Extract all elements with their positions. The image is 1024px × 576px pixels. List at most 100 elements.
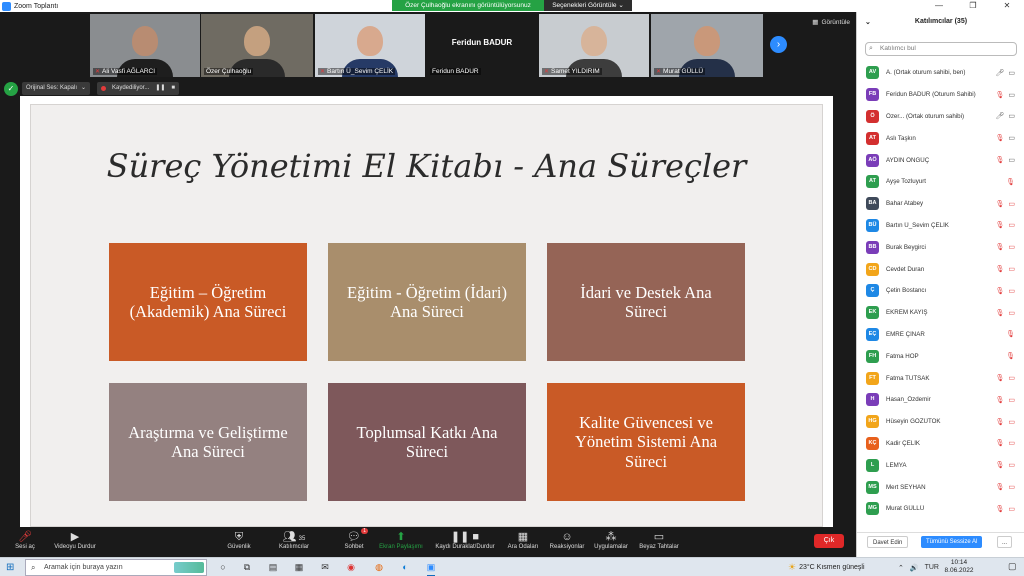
video-off-icon: ▭: [1008, 418, 1015, 426]
participant-row[interactable]: L LEMYA 🎙︎ ▭: [857, 454, 1024, 476]
cortana-icon[interactable]: ○: [216, 561, 230, 574]
participant-row[interactable]: AT Aslı Taşkın 🎙︎ ▭: [857, 127, 1024, 149]
view-button[interactable]: ▦ Görüntüle: [812, 18, 850, 27]
store-icon[interactable]: ▦: [292, 561, 306, 574]
mic-off-icon: 🎙︎: [1006, 331, 1015, 339]
participant-row[interactable]: FB Feridun BADUR (Oturum Sahibi) 🎙︎ ▭: [857, 84, 1024, 106]
task-view-icon[interactable]: ⧉: [240, 561, 254, 574]
whiteboard-button[interactable]: ▭ Beyaz Tahtalar: [636, 530, 682, 550]
chat-button[interactable]: 1 💬︎ Sohbet: [338, 528, 370, 550]
video-tile[interactable]: Feridun BADUR Feridun BADUR: [427, 14, 537, 77]
participant-status-icons: 🎙︎: [1006, 178, 1015, 186]
participant-row[interactable]: BÜ Bartın Ü_Sevim ÇELİK 🎙︎ ▭: [857, 215, 1024, 237]
breakout-rooms-button[interactable]: ▦ Ara Odaları: [504, 530, 542, 550]
weather-widget[interactable]: ☀ 23°C Kısmen güneşli: [788, 560, 865, 575]
original-sound-toggle[interactable]: Orijinal Ses: Kapalı ⌄: [22, 82, 91, 95]
video-off-icon: ▭: [1008, 287, 1015, 295]
close-button[interactable]: ✕: [990, 0, 1024, 12]
leave-button[interactable]: Çık: [814, 534, 844, 548]
share-screen-button[interactable]: ⬆ Ekran Paylaşımı: [378, 530, 424, 550]
mic-off-icon: 🎙︎: [1006, 353, 1015, 361]
pause-stop-icon: ❚❚ ■: [450, 531, 480, 543]
participant-name: Feridun BADUR (Oturum Sahibi): [886, 91, 976, 99]
participant-status-icons: 🎙︎ ▭: [995, 309, 1015, 317]
video-tile[interactable]: Özer Çulhaoğlu: [201, 14, 313, 77]
participant-name: EKREM KAYIŞ: [886, 309, 928, 317]
windows-start-icon[interactable]: ⊞: [6, 562, 14, 573]
presentation-slide: Süreç Yönetimi El Kitabı - Ana Süreçler …: [30, 104, 823, 527]
process-box: Eğitim - Öğretim (İdari) Ana Süreci: [328, 243, 526, 361]
pause-recording-button[interactable]: ❚❚: [155, 82, 165, 95]
taskbar-search-input[interactable]: ⌕ Aramak için buraya yazın: [25, 559, 207, 576]
chevron-down-icon[interactable]: ⌄: [81, 82, 86, 95]
participant-row[interactable]: AT Ayşe Tozluyurt 🎙︎: [857, 171, 1024, 193]
process-box: Araştırma ve Geliştirme Ana Süreci: [109, 383, 307, 501]
participant-row[interactable]: KÇ Kadir ÇELİK 🎙︎ ▭: [857, 433, 1024, 455]
participant-row[interactable]: Ö Özer... (Ortak oturum sahibi) 🎤︎ ▭: [857, 106, 1024, 128]
grid-icon: ▦: [812, 19, 819, 26]
avatar: FH: [866, 349, 879, 363]
participant-row[interactable]: EÇ EMRE ÇINAR 🎙︎: [857, 324, 1024, 346]
security-shield-icon[interactable]: ✓: [4, 82, 18, 96]
avatar: Ö: [866, 109, 879, 123]
maximize-button[interactable]: ❐: [956, 0, 990, 12]
apps-button[interactable]: ⁂ Uygulamalar: [590, 530, 632, 550]
mic-off-icon: 🎙︎: [995, 505, 1005, 513]
participant-row[interactable]: H Hasan_Özdemir 🎙︎ ▭: [857, 389, 1024, 411]
participant-row[interactable]: MG Murat GÜLLÜ 🎙︎ ▭: [857, 498, 1024, 520]
more-button[interactable]: ...: [997, 536, 1013, 548]
record-button[interactable]: ❚❚ ■ Kaydı Duraklat/Durdur: [430, 530, 500, 550]
participant-row[interactable]: AÖ AYDIN ÖNGÜÇ 🎙︎ ▭: [857, 149, 1024, 171]
mute-all-button[interactable]: Tümünü Sessize Al: [921, 536, 983, 548]
participant-search-input[interactable]: ⌕ Katılımcı bul: [865, 42, 1017, 56]
video-tile[interactable]: ✕ Ali Vasfi AĞLARCI: [90, 14, 200, 77]
volume-icon[interactable]: 🔊: [910, 564, 919, 572]
minimize-button[interactable]: —: [922, 0, 956, 12]
firefox-icon[interactable]: ◍: [372, 561, 386, 574]
file-explorer-icon[interactable]: ▤: [266, 561, 280, 574]
mic-off-icon: 🎙︎: [995, 462, 1005, 470]
participant-row[interactable]: FT Fatma TUTSAK 🎙︎ ▭: [857, 367, 1024, 389]
participant-status-icons: 🎙︎ ▭: [995, 439, 1015, 447]
edge-icon[interactable]: ◐: [398, 561, 412, 574]
view-options-button[interactable]: Seçenekleri Görüntüle ⌄: [544, 0, 632, 11]
video-tile[interactable]: ✕ Murat GÜLLÜ: [651, 14, 763, 77]
security-button[interactable]: ⛨ Güvenlik: [222, 530, 256, 550]
participant-row[interactable]: MS Mert SEYHAN 🎙︎ ▭: [857, 476, 1024, 498]
stop-video-button[interactable]: ▶ Videoyu Durdur: [50, 530, 100, 550]
tile-center-name: Feridun BADUR: [451, 38, 513, 47]
slide-title: Süreç Yönetimi El Kitabı - Ana Süreçler: [106, 147, 747, 185]
participant-name: Burak Beygirci: [886, 243, 926, 251]
video-tile[interactable]: ✕ Bartın Ü_Sevim ÇELİK: [315, 14, 425, 77]
participant-row[interactable]: EK EKREM KAYIŞ 🎙︎ ▭: [857, 302, 1024, 324]
mail-icon[interactable]: ✉: [318, 561, 332, 574]
chrome-icon[interactable]: ◉: [344, 561, 358, 574]
mic-off-icon: 🎙︎: [995, 157, 1005, 165]
reaction-smiley-icon: ☺: [561, 531, 573, 543]
video-tile[interactable]: ✕ Samet YILDIRIM: [539, 14, 649, 77]
unmute-button[interactable]: 🎤︎ Sesi aç: [10, 530, 40, 550]
participant-row[interactable]: FH Fatma HOP 🎙︎: [857, 345, 1024, 367]
participant-row[interactable]: BA Bahar Atabey 🎙︎ ▭: [857, 193, 1024, 215]
participant-name: Mert SEYHAN: [886, 483, 926, 491]
stop-recording-button[interactable]: ■: [171, 82, 175, 95]
participants-button[interactable]: 👥︎ 35 Katılımcılar: [274, 530, 314, 550]
participant-row[interactable]: CD Cevdet Duran 🎙︎ ▭: [857, 258, 1024, 280]
participant-row[interactable]: Ç Çetin Bostancı 🎙︎ ▭: [857, 280, 1024, 302]
notification-icon[interactable]: ▢: [1008, 561, 1017, 572]
tray-overflow-icon[interactable]: ⌃: [898, 564, 904, 572]
mic-off-icon: 🎙︎: [995, 375, 1005, 383]
collapse-chevron-icon[interactable]: ⌄: [865, 18, 871, 26]
taskbar-clock[interactable]: 10:14 8.06.2022: [937, 559, 981, 575]
system-tray: ⌃ 🔊 TUR: [898, 561, 939, 574]
participant-row[interactable]: AV A. (Ortak oturum sahibi, ben) 🎤︎ ▭: [857, 62, 1024, 84]
invite-button[interactable]: Davet Edin: [867, 536, 909, 548]
next-page-arrow-icon[interactable]: ›: [770, 36, 787, 53]
avatar: AT: [866, 175, 879, 189]
participant-status-icons: 🎙︎: [1006, 352, 1015, 360]
zoom-taskbar-icon[interactable]: ▣: [424, 561, 438, 576]
participant-row[interactable]: HG Hüseyin GÖZÜTOK 🎙︎ ▭: [857, 411, 1024, 433]
video-off-icon: ▭: [1008, 505, 1015, 513]
reactions-button[interactable]: ☺ Reaksiyonlar: [546, 530, 588, 550]
participant-row[interactable]: BB Burak Beygirci 🎙︎ ▭: [857, 236, 1024, 258]
